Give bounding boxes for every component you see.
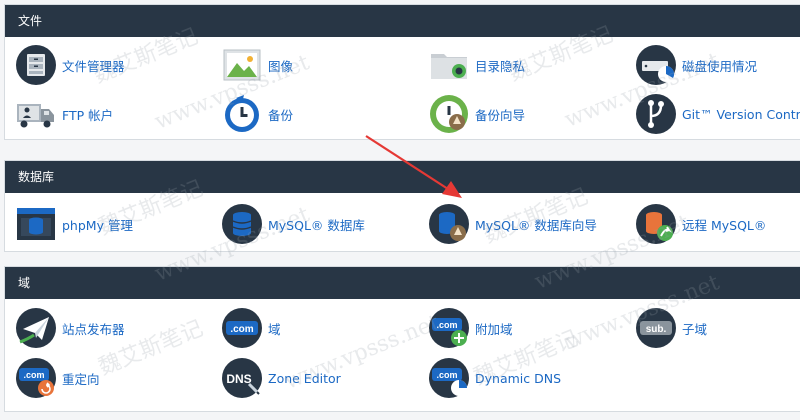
file-manager-label: 文件管理器	[62, 58, 125, 74]
ftp-accounts-label: FTP 帐户	[62, 107, 114, 123]
domain-com-icon: .com	[222, 308, 262, 348]
images-label: 图像	[268, 58, 294, 74]
redirects-link[interactable]: .com 重定向	[16, 358, 100, 398]
backup-icon	[225, 95, 259, 132]
dynamic-dns-link[interactable]: .com Dynamic DNS	[429, 358, 561, 398]
subdomain-icon: sub.	[636, 308, 676, 348]
domains-label: 域	[268, 321, 281, 337]
mysql-database-wizard-label: MySQL® 数据库向导	[475, 217, 597, 233]
phpmyadmin-icon	[17, 208, 55, 240]
database-icon	[222, 204, 262, 244]
site-publisher-link[interactable]: 站点发布器	[16, 308, 125, 348]
mysql-databases-link[interactable]: MySQL® 数据库	[222, 204, 365, 244]
backup-wizard-label: 备份向导	[475, 107, 526, 123]
folder-privacy-icon	[431, 54, 467, 79]
subdomain-sub-text: sub.	[646, 324, 667, 335]
redirect-com-text: .com	[23, 370, 44, 380]
directory-privacy-label: 目录隐私	[475, 58, 526, 74]
domains-section-title: 域	[5, 267, 800, 299]
paper-plane-icon	[16, 308, 56, 348]
git-branch-icon	[636, 94, 676, 134]
file-manager-icon	[16, 45, 56, 85]
images-link[interactable]: 图像	[222, 45, 293, 85]
git-version-control-link[interactable]: Git™ Version Control	[636, 94, 800, 134]
ftp-truck-icon	[17, 104, 54, 128]
disk-usage-icon	[636, 45, 676, 85]
mysql-database-wizard-link[interactable]: MySQL® 数据库向导	[429, 204, 597, 244]
ftp-accounts-link[interactable]: FTP 帐户	[16, 94, 113, 134]
backup-label: 备份	[268, 107, 294, 123]
domain-com-text: .com	[230, 324, 253, 335]
site-publisher-label: 站点发布器	[62, 321, 125, 337]
directory-privacy-link[interactable]: 目录隐私	[429, 45, 525, 85]
remote-mysql-label: 远程 MySQL®	[682, 217, 767, 233]
mysql-databases-label: MySQL® 数据库	[268, 217, 365, 233]
addon-domain-icon: .com	[429, 308, 469, 348]
databases-section-title: 数据库	[5, 161, 800, 193]
disk-usage-label: 磁盘使用情况	[682, 58, 758, 74]
git-version-control-label: Git™ Version Control	[682, 106, 800, 122]
remote-mysql-link[interactable]: 远程 MySQL®	[636, 204, 766, 244]
zone-editor-link[interactable]: DNS Zone Editor	[222, 358, 341, 398]
dynamic-dns-icon: .com	[429, 358, 469, 398]
domains-link[interactable]: .com 域	[222, 308, 281, 348]
subdomains-label: 子域	[682, 321, 708, 337]
dynamic-dns-label: Dynamic DNS	[475, 370, 562, 386]
files-section-title: 文件	[5, 5, 800, 37]
dns-zone-editor-icon: DNS	[222, 358, 262, 398]
addon-domain-com-text: .com	[436, 320, 457, 330]
database-wizard-icon	[429, 204, 469, 244]
subdomains-link[interactable]: sub. 子域	[636, 308, 707, 348]
remote-database-icon	[636, 204, 676, 244]
backup-wizard-link[interactable]: 备份向导	[429, 94, 525, 134]
addon-domains-label: 附加域	[475, 321, 513, 337]
dynamic-dns-com-text: .com	[436, 370, 457, 380]
backup-wizard-icon	[430, 95, 468, 133]
redirects-label: 重定向	[62, 371, 100, 387]
backup-link[interactable]: 备份	[222, 94, 293, 134]
image-icon	[223, 49, 261, 81]
zone-editor-label: Zone Editor	[268, 370, 341, 386]
phpmyadmin-link[interactable]: phpMy 管理	[16, 204, 133, 244]
file-manager-link[interactable]: 文件管理器	[16, 45, 125, 85]
addon-domains-link[interactable]: .com 附加域	[429, 308, 513, 348]
phpmyadmin-label: phpMy 管理	[62, 217, 133, 233]
redirect-icon: .com	[16, 358, 56, 398]
disk-usage-link[interactable]: 磁盘使用情况	[636, 45, 757, 85]
dns-text: DNS	[226, 372, 251, 386]
